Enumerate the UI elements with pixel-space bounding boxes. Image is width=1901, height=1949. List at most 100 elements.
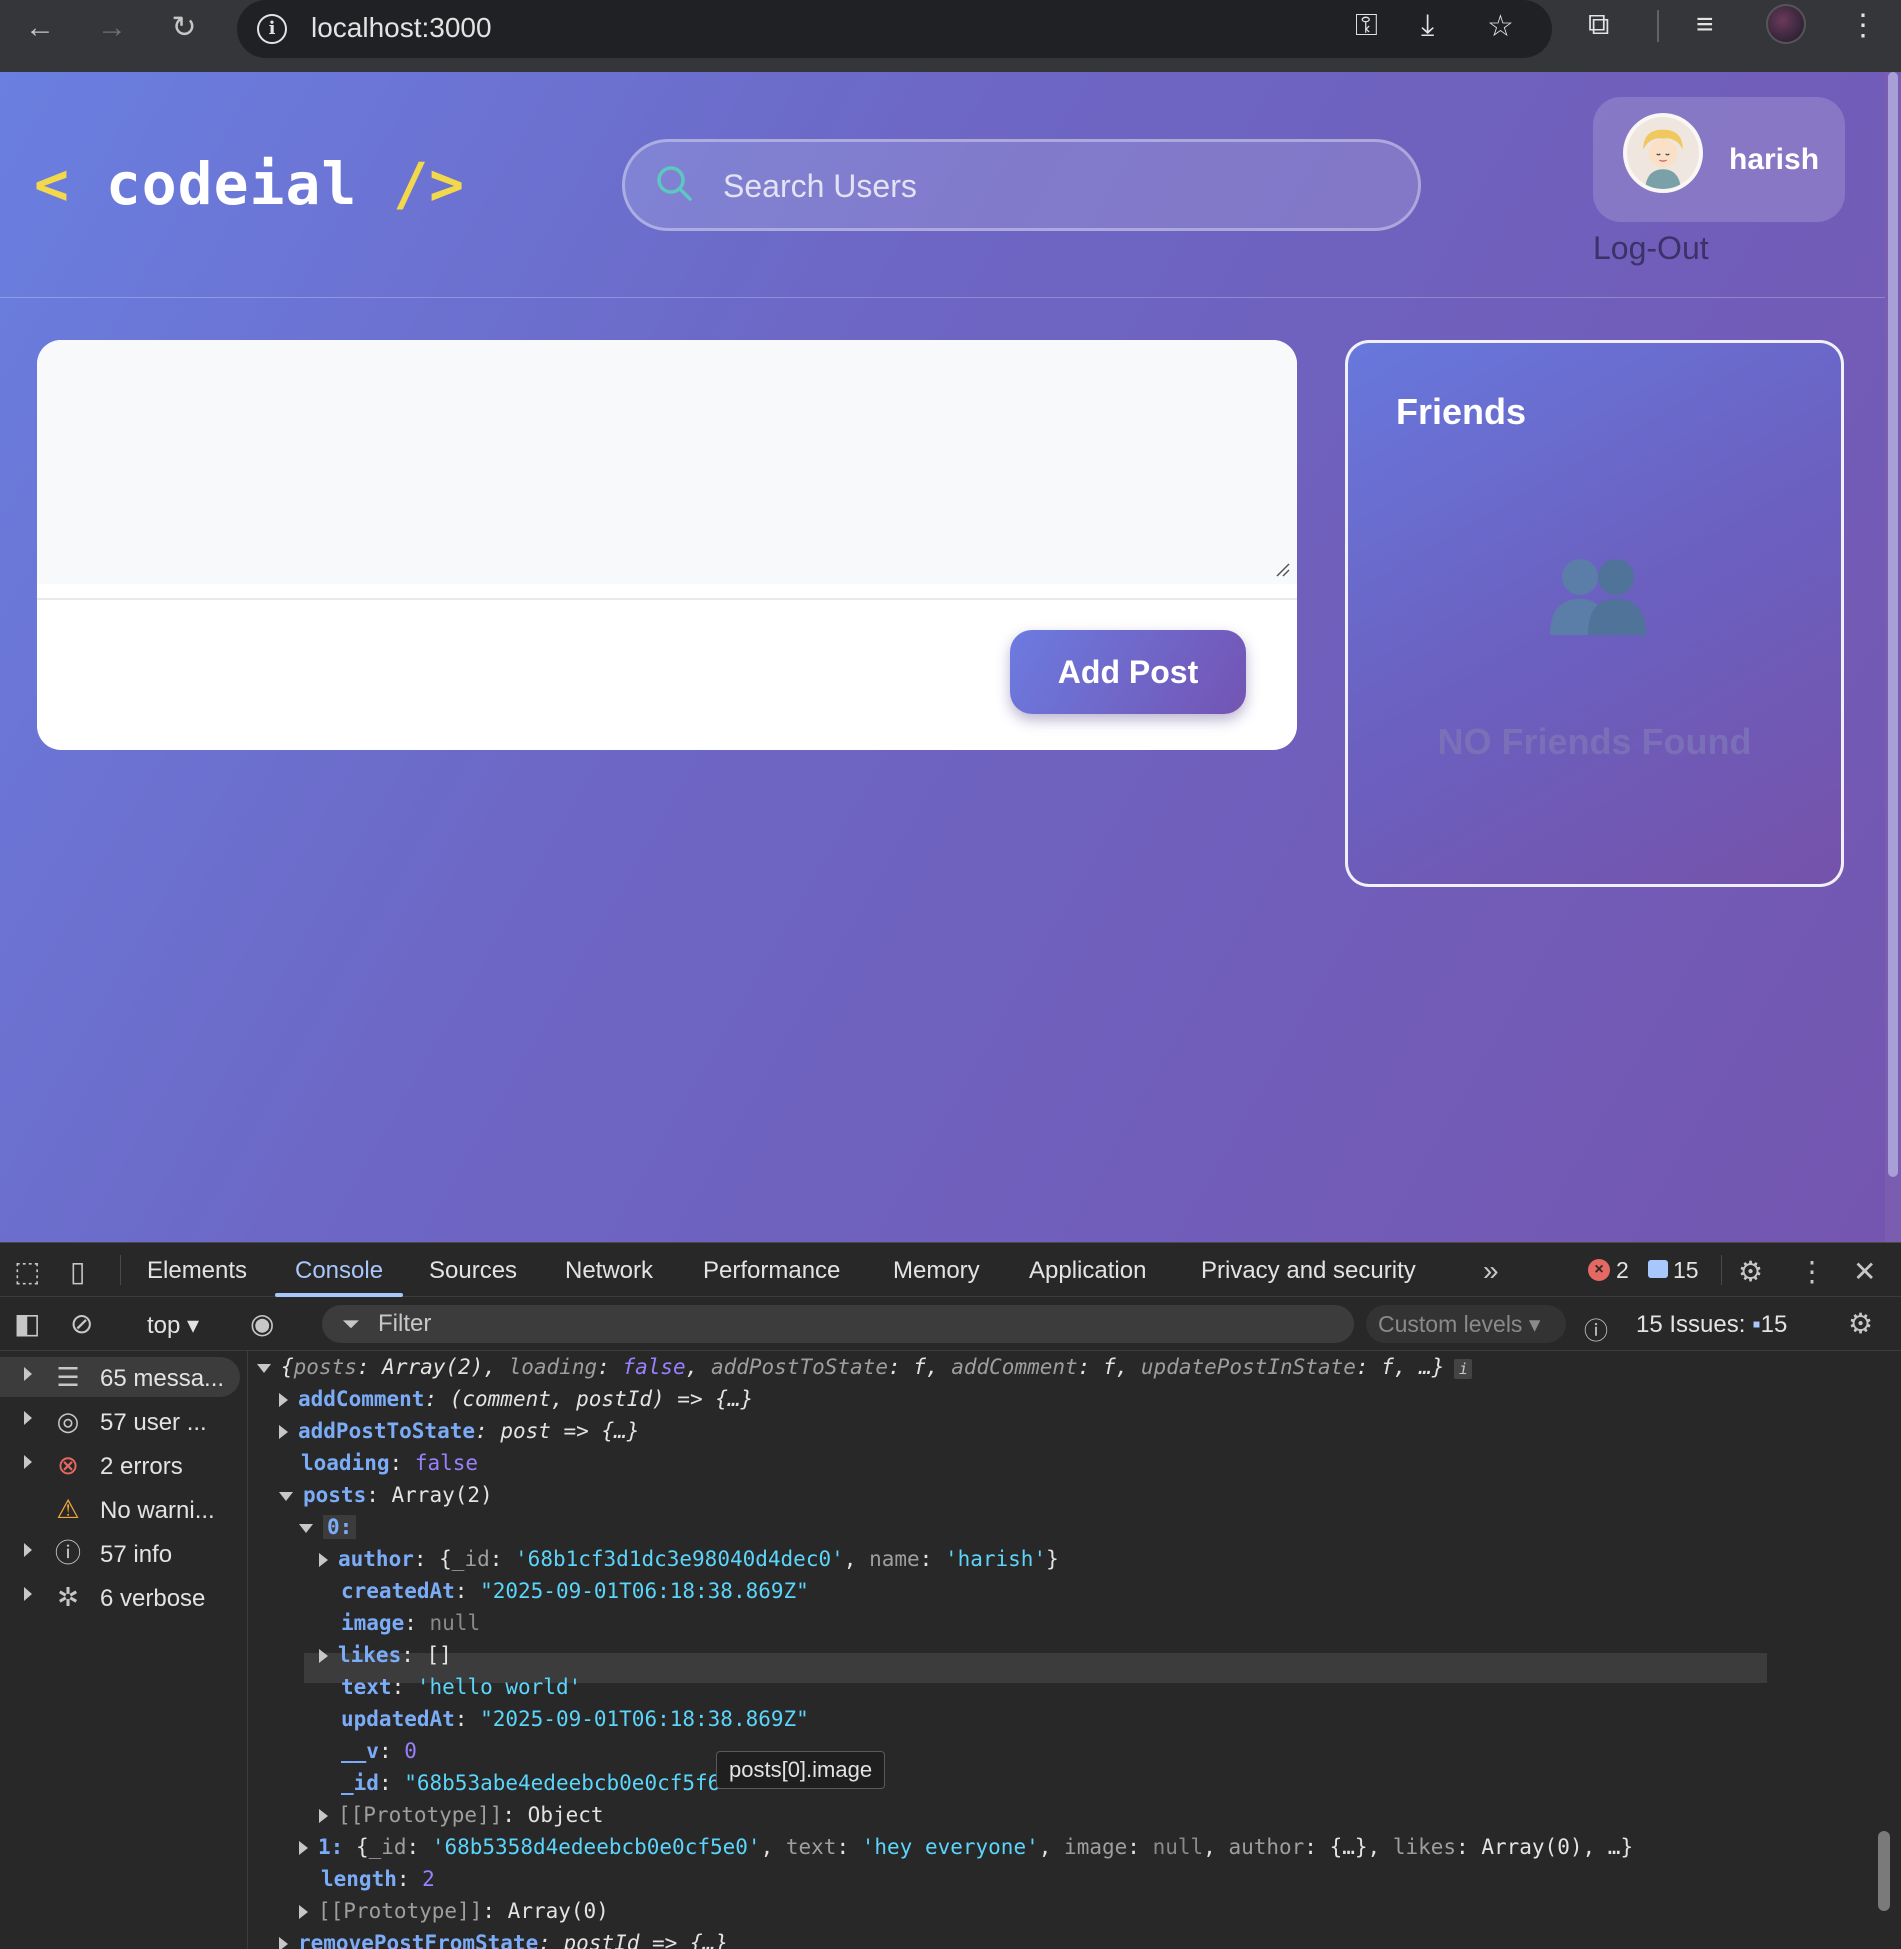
issues-link[interactable]: 15 Issues: ▪15 <box>1636 1311 1787 1339</box>
devtools-close-icon[interactable]: ✕ <box>1853 1255 1876 1288</box>
expand-arrow-icon[interactable] <box>24 1411 32 1425</box>
forward-button[interactable]: → <box>92 8 132 48</box>
devtools-settings-gear-icon[interactable]: ⚙ <box>1738 1255 1763 1288</box>
console-prop-row[interactable]: loading: false <box>301 1447 478 1479</box>
password-key-icon[interactable]: ⚿ <box>1355 9 1378 43</box>
filter-input[interactable] <box>378 1309 1278 1339</box>
site-info-icon[interactable]: i <box>257 14 287 44</box>
search-input[interactable] <box>723 160 1383 212</box>
page-scrollbar[interactable] <box>1885 72 1901 1242</box>
console-settings-gear-icon[interactable]: ⚙ <box>1848 1307 1873 1340</box>
message-count[interactable]: 15 <box>1673 1257 1699 1284</box>
sidebar-toggle-icon[interactable]: ◧ <box>14 1307 40 1340</box>
app-logo[interactable]: < codeial /> <box>34 150 465 218</box>
console-filter[interactable]: ⏷ <box>322 1305 1354 1343</box>
url-text[interactable]: localhost:3000 <box>311 12 492 44</box>
execution-context-select[interactable]: top ▾ <box>147 1311 199 1340</box>
extensions-icon[interactable]: ⧉ <box>1588 8 1609 42</box>
live-expression-eye-icon[interactable]: ◉ <box>250 1307 274 1340</box>
collapse-arrow-icon[interactable] <box>299 1523 313 1533</box>
console-prop-row[interactable]: 0: <box>299 1511 357 1543</box>
tab-memory[interactable]: Memory <box>893 1257 980 1285</box>
media-controls-icon[interactable]: ≡ <box>1696 8 1714 42</box>
prop-value: "68b53abe4edeebcb0e0cf5f6" <box>404 1771 733 1795</box>
clear-console-icon[interactable]: ⊘ <box>70 1307 93 1340</box>
bookmark-star-icon[interactable]: ☆ <box>1487 9 1514 44</box>
add-post-button[interactable]: Add Post <box>1010 630 1246 714</box>
expand-arrow-icon[interactable] <box>279 1937 288 1949</box>
console-scrollbar-thumb[interactable] <box>1878 1831 1890 1911</box>
expand-arrow-icon[interactable] <box>24 1543 32 1557</box>
chrome-menu-icon[interactable]: ⋮ <box>1848 8 1878 43</box>
more-tabs-icon[interactable]: » <box>1483 1255 1499 1287</box>
console-prop-row[interactable]: image: null <box>341 1607 480 1639</box>
tab-application[interactable]: Application <box>1029 1257 1146 1285</box>
log-levels-dropdown[interactable]: Custom levels ▾ <box>1366 1305 1566 1343</box>
console-object-summary[interactable]: {posts: Array(2), loading: false, addPos… <box>257 1351 1473 1383</box>
expand-arrow-icon[interactable] <box>24 1587 32 1601</box>
console-prop-row[interactable]: length: 2 <box>321 1863 435 1895</box>
logout-link[interactable]: Log-Out <box>1593 230 1709 267</box>
console-scrollbar[interactable] <box>1872 1351 1896 1949</box>
logo-open-bracket: < <box>34 150 70 218</box>
expand-arrow-icon[interactable] <box>319 1809 328 1823</box>
tab-performance[interactable]: Performance <box>703 1257 840 1285</box>
console-prop-row[interactable]: addComment: (comment, postId) => {…} <box>279 1383 753 1415</box>
expand-arrow-icon[interactable] <box>24 1455 32 1469</box>
post-text-input[interactable] <box>37 340 1297 584</box>
expand-arrow-icon[interactable] <box>299 1841 308 1855</box>
tab-sources[interactable]: Sources <box>429 1257 517 1285</box>
object-info-icon[interactable]: i <box>1454 1359 1473 1379</box>
user-search[interactable] <box>622 139 1421 231</box>
console-prop-row[interactable]: posts: Array(2) <box>279 1479 493 1511</box>
profile-avatar[interactable] <box>1766 4 1806 44</box>
tab-privacy-security[interactable]: Privacy and security <box>1201 1257 1416 1285</box>
console-prop-row[interactable]: addPostToState: post => {…} <box>279 1415 639 1447</box>
avatar[interactable] <box>1623 113 1703 193</box>
expand-arrow-icon[interactable] <box>279 1393 288 1407</box>
expand-arrow-icon[interactable] <box>299 1905 308 1919</box>
sidebar-item-verbose[interactable]: ✲ 6 verbose <box>0 1577 240 1617</box>
tab-network[interactable]: Network <box>565 1257 653 1285</box>
console-prop-row[interactable]: 1: {_id: '68b5358d4edeebcb0e0cf5e0', tex… <box>299 1831 1633 1863</box>
console-prop-row[interactable]: text: 'hello world' <box>341 1671 581 1703</box>
device-toolbar-icon[interactable]: ▯ <box>70 1255 85 1288</box>
error-count[interactable]: 2 <box>1616 1257 1629 1284</box>
sidebar-item-info[interactable]: ⓘ 57 info <box>0 1533 240 1573</box>
user-profile-card[interactable]: harish <box>1593 97 1845 222</box>
console-prop-row[interactable]: createdAt: "2025-09-01T06:18:38.869Z" <box>341 1575 809 1607</box>
back-button[interactable]: ← <box>20 8 60 48</box>
prop-value: {…} <box>1329 1835 1368 1859</box>
reload-button[interactable]: ↻ <box>164 8 204 48</box>
devtools-panel: ⬚ ▯ Elements Console Sources Network Per… <box>0 1242 1901 1949</box>
sidebar-item-user-messages[interactable]: ◎ 57 user ... <box>0 1401 240 1441</box>
console-prop-row[interactable]: removePostFromState: postId => {…} <box>279 1927 728 1949</box>
tab-elements[interactable]: Elements <box>147 1257 247 1285</box>
expand-arrow-icon[interactable] <box>319 1553 328 1567</box>
expand-arrow-icon[interactable] <box>319 1649 328 1663</box>
install-app-icon[interactable]: ⤓ <box>1421 9 1434 43</box>
console-prop-row[interactable]: [[Prototype]]: Array(0) <box>299 1895 609 1927</box>
sidebar-item-warnings[interactable]: ⚠ No warni... <box>0 1489 240 1529</box>
console-prop-row[interactable]: _id: "68b53abe4edeebcb0e0cf5f6" <box>341 1767 733 1799</box>
console-prop-row[interactable]: updatedAt: "2025-09-01T06:18:38.869Z" <box>341 1703 809 1735</box>
resize-handle-icon[interactable] <box>1273 560 1291 578</box>
issues-info-icon[interactable]: ⓘ <box>1584 1311 1608 1346</box>
sidebar-item-errors[interactable]: ⊗ 2 errors <box>0 1445 240 1485</box>
page-scrollbar-thumb[interactable] <box>1888 72 1898 1177</box>
console-prop-row[interactable]: __v: 0 <box>341 1735 417 1767</box>
console-prop-row[interactable]: author: {_id: '68b1cf3d1dc3e98040d4dec0'… <box>319 1543 1059 1575</box>
message-count-icon[interactable] <box>1648 1260 1668 1278</box>
console-prop-row[interactable]: [[Prototype]]: Object <box>319 1799 604 1831</box>
collapse-arrow-icon[interactable] <box>257 1363 271 1373</box>
tab-console[interactable]: Console <box>295 1257 383 1285</box>
expand-arrow-icon[interactable] <box>279 1425 288 1439</box>
expand-arrow-icon[interactable] <box>24 1367 32 1381</box>
inspect-element-icon[interactable]: ⬚ <box>14 1255 40 1288</box>
devtools-menu-icon[interactable]: ⋮ <box>1798 1255 1826 1288</box>
collapse-arrow-icon[interactable] <box>279 1491 293 1501</box>
address-bar[interactable]: i localhost:3000 ⚿ ⤓ ☆ <box>237 0 1552 58</box>
error-count-icon[interactable]: × <box>1588 1259 1610 1281</box>
sidebar-item-messages[interactable]: ☰ 65 messa... <box>0 1357 240 1397</box>
console-prop-row[interactable]: likes: [] <box>319 1639 452 1671</box>
